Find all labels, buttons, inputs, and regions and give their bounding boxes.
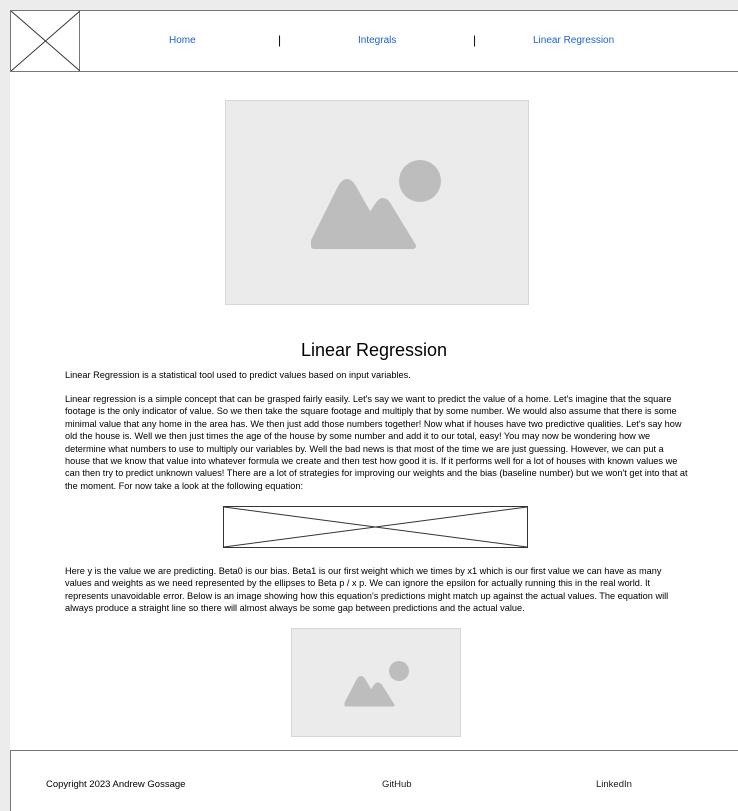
equation-explanation-paragraph: Here y is the value we are predicting. B…	[65, 566, 669, 614]
page-title: Linear Regression	[300, 340, 448, 360]
intro-paragraph: Linear Regression is a statistical tool …	[65, 370, 411, 380]
regression-figure-image	[291, 628, 461, 737]
page-top-strip	[0, 0, 738, 10]
broken-image-icon	[223, 506, 528, 548]
explanation-paragraph: Linear regression is a simple concept th…	[65, 394, 688, 491]
site-header: Home | Integrals | Linear Regression	[10, 10, 738, 72]
logo-placeholder[interactable]	[11, 11, 80, 71]
hero-image	[225, 100, 529, 305]
equation-image	[223, 506, 528, 548]
copyright-text: Copyright 2023 Andrew Gossage	[46, 779, 186, 790]
broken-image-icon	[11, 11, 80, 71]
image-placeholder-icon	[311, 160, 441, 249]
page-left-rail	[0, 0, 10, 811]
nav-separator: |	[473, 33, 477, 47]
linkedin-link[interactable]: LinkedIn	[596, 779, 632, 790]
nav-integrals-link[interactable]: Integrals	[358, 35, 396, 46]
nav-separator: |	[278, 33, 282, 47]
github-link[interactable]: GitHub	[382, 779, 412, 790]
nav-linear-regression-link[interactable]: Linear Regression	[533, 35, 614, 46]
nav-home-link[interactable]: Home	[169, 35, 196, 46]
site-footer: Copyright 2023 Andrew Gossage GitHub Lin…	[10, 750, 738, 811]
image-placeholder-icon	[344, 661, 409, 707]
